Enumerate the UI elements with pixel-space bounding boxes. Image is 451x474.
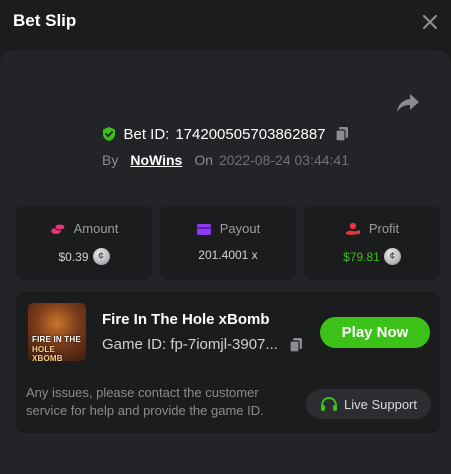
user-link[interactable]: NoWins xyxy=(130,152,182,168)
coin-icon: ¢ xyxy=(92,248,110,265)
hand-coins-icon xyxy=(345,222,360,235)
bet-id-label: Bet ID: xyxy=(123,125,170,143)
wallet-icon xyxy=(196,223,211,235)
headset-icon xyxy=(321,396,337,411)
stat-profit: Profit $79.81 ¢ xyxy=(304,206,440,280)
game-thumbnail[interactable]: FIRE IN THE HOLE XBOMB xyxy=(28,303,86,361)
bet-id-row: Bet ID: 174200505703862887 xyxy=(0,123,451,145)
on-label: On xyxy=(194,152,213,168)
stat-label: Profit xyxy=(368,221,400,236)
share-icon[interactable] xyxy=(395,92,421,114)
close-icon[interactable] xyxy=(419,11,441,33)
game-card: FIRE IN THE HOLE XBOMB Fire In The Hole … xyxy=(16,292,440,433)
copy-icon[interactable] xyxy=(334,126,350,142)
by-label: By xyxy=(101,152,119,168)
coins-icon xyxy=(50,223,66,234)
game-id-row: Game ID: fp-7iomjl-3907... xyxy=(102,336,304,353)
verified-shield-icon xyxy=(103,127,116,141)
copy-icon[interactable] xyxy=(288,337,304,353)
stat-value: $0.39 xyxy=(58,249,89,264)
bet-date: 2022-08-24 03:44:41 xyxy=(219,152,349,168)
coin-icon: ¢ xyxy=(383,248,401,265)
support-note: Any issues, please contact the customer … xyxy=(26,385,264,418)
stat-payout: Payout 201.4001 x xyxy=(160,206,296,280)
stat-value: 201.4001 x xyxy=(198,248,258,262)
stat-label: Amount xyxy=(73,221,119,236)
bet-id-value: 174200505703862887 xyxy=(175,125,326,143)
page-title: Bet Slip xyxy=(13,11,77,30)
live-support-label: Live Support xyxy=(344,396,417,412)
play-now-button[interactable]: Play Now xyxy=(320,317,430,348)
stat-value: $79.81 xyxy=(343,249,380,264)
bet-meta-row: By NoWins On 2022-08-24 03:44:41 xyxy=(0,150,451,170)
stat-amount: Amount $0.39 ¢ xyxy=(16,206,152,280)
game-name: Fire In The Hole xBomb xyxy=(102,311,270,328)
bet-slip-header: Bet Slip xyxy=(0,0,451,46)
stat-label: Payout xyxy=(219,221,261,236)
live-support-button[interactable]: Live Support xyxy=(306,389,431,419)
game-id: Game ID: fp-7iomjl-3907... xyxy=(102,336,278,353)
